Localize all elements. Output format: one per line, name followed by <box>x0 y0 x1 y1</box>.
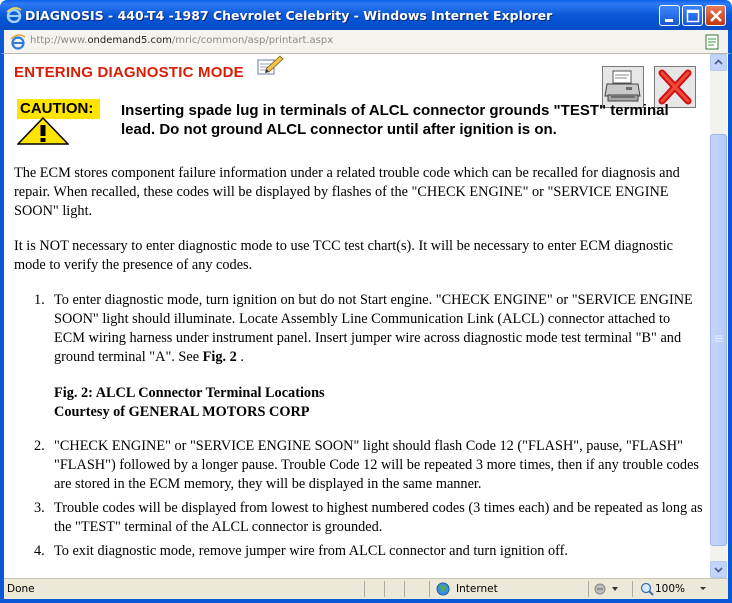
list-text: "CHECK ENGINE" or "SERVICE ENGINE SOON" … <box>54 438 699 492</box>
chevron-down-icon <box>714 567 723 573</box>
maximize-button[interactable] <box>682 5 703 26</box>
list-number: 3. <box>34 500 45 516</box>
divider <box>404 581 405 597</box>
maximize-icon <box>686 9 700 23</box>
scroll-thumb[interactable] <box>710 134 727 546</box>
list-number: 2. <box>34 438 45 454</box>
caution-label: CAUTION: <box>17 99 100 119</box>
divider <box>588 581 589 597</box>
divider <box>364 581 365 597</box>
status-text: Done <box>7 583 35 595</box>
figure-caption: Fig. 2: ALCL Connector Terminal Location… <box>54 385 325 401</box>
scroll-down-button[interactable] <box>710 561 727 578</box>
list-text: Trouble codes will be displayed from low… <box>54 500 703 535</box>
page-icon[interactable] <box>704 34 720 50</box>
vertical-scrollbar[interactable] <box>710 54 727 578</box>
pencil-icon[interactable] <box>256 54 284 76</box>
minimize-button[interactable] <box>659 5 680 26</box>
warning-triangle-icon <box>17 117 69 145</box>
zoom-icon[interactable] <box>640 582 654 596</box>
list-number: 1. <box>34 292 45 308</box>
paragraph: The ECM stores component failure informa… <box>14 165 680 219</box>
close-button[interactable] <box>705 5 726 26</box>
scroll-up-button[interactable] <box>710 54 727 71</box>
caution-text: Inserting spade lug in terminals of ALCL… <box>121 102 669 138</box>
address-bar: http://www.ondemand5.com/mric/common/asp… <box>0 30 732 54</box>
paragraph: It is NOT necessary to enter diagnostic … <box>14 238 673 273</box>
chevron-up-icon <box>714 59 723 65</box>
grip-icon <box>715 335 723 342</box>
window-frame <box>728 54 732 603</box>
window-title: DIAGNOSIS - 440-T4 -1987 Chevrolet Celeb… <box>25 8 553 23</box>
ie-icon <box>10 34 26 50</box>
title-bar: DIAGNOSIS - 440-T4 -1987 Chevrolet Celeb… <box>0 0 732 30</box>
divider <box>632 581 633 597</box>
list-number: 4. <box>34 543 45 559</box>
window-frame <box>0 599 732 603</box>
figure-credit: Courtesy of GENERAL MOTORS CORP <box>54 404 310 420</box>
globe-icon <box>436 582 450 596</box>
chevron-down-icon[interactable] <box>698 583 708 593</box>
divider <box>384 581 385 597</box>
page-title: ENTERING DIAGNOSTIC MODE <box>14 64 244 81</box>
security-zone[interactable]: Internet <box>456 583 498 595</box>
figure-link[interactable]: Fig. 2 <box>203 349 237 365</box>
divider <box>429 581 430 597</box>
list-text: To exit diagnostic mode, remove jumper w… <box>54 543 568 559</box>
document-content: ENTERING DIAGNOSTIC MODE CAUTION: Insert… <box>4 54 710 578</box>
zoom-level[interactable]: 100% <box>655 583 685 595</box>
list-text: To enter diagnostic mode, turn ignition … <box>54 292 693 365</box>
address-url[interactable]: http://www.ondemand5.com/mric/common/asp… <box>30 35 333 46</box>
close-icon <box>710 10 722 22</box>
protected-mode-icon[interactable] <box>594 582 620 596</box>
minimize-icon <box>665 19 673 22</box>
ie-icon <box>6 7 22 23</box>
status-bar: Done Internet 100% <box>4 578 728 599</box>
